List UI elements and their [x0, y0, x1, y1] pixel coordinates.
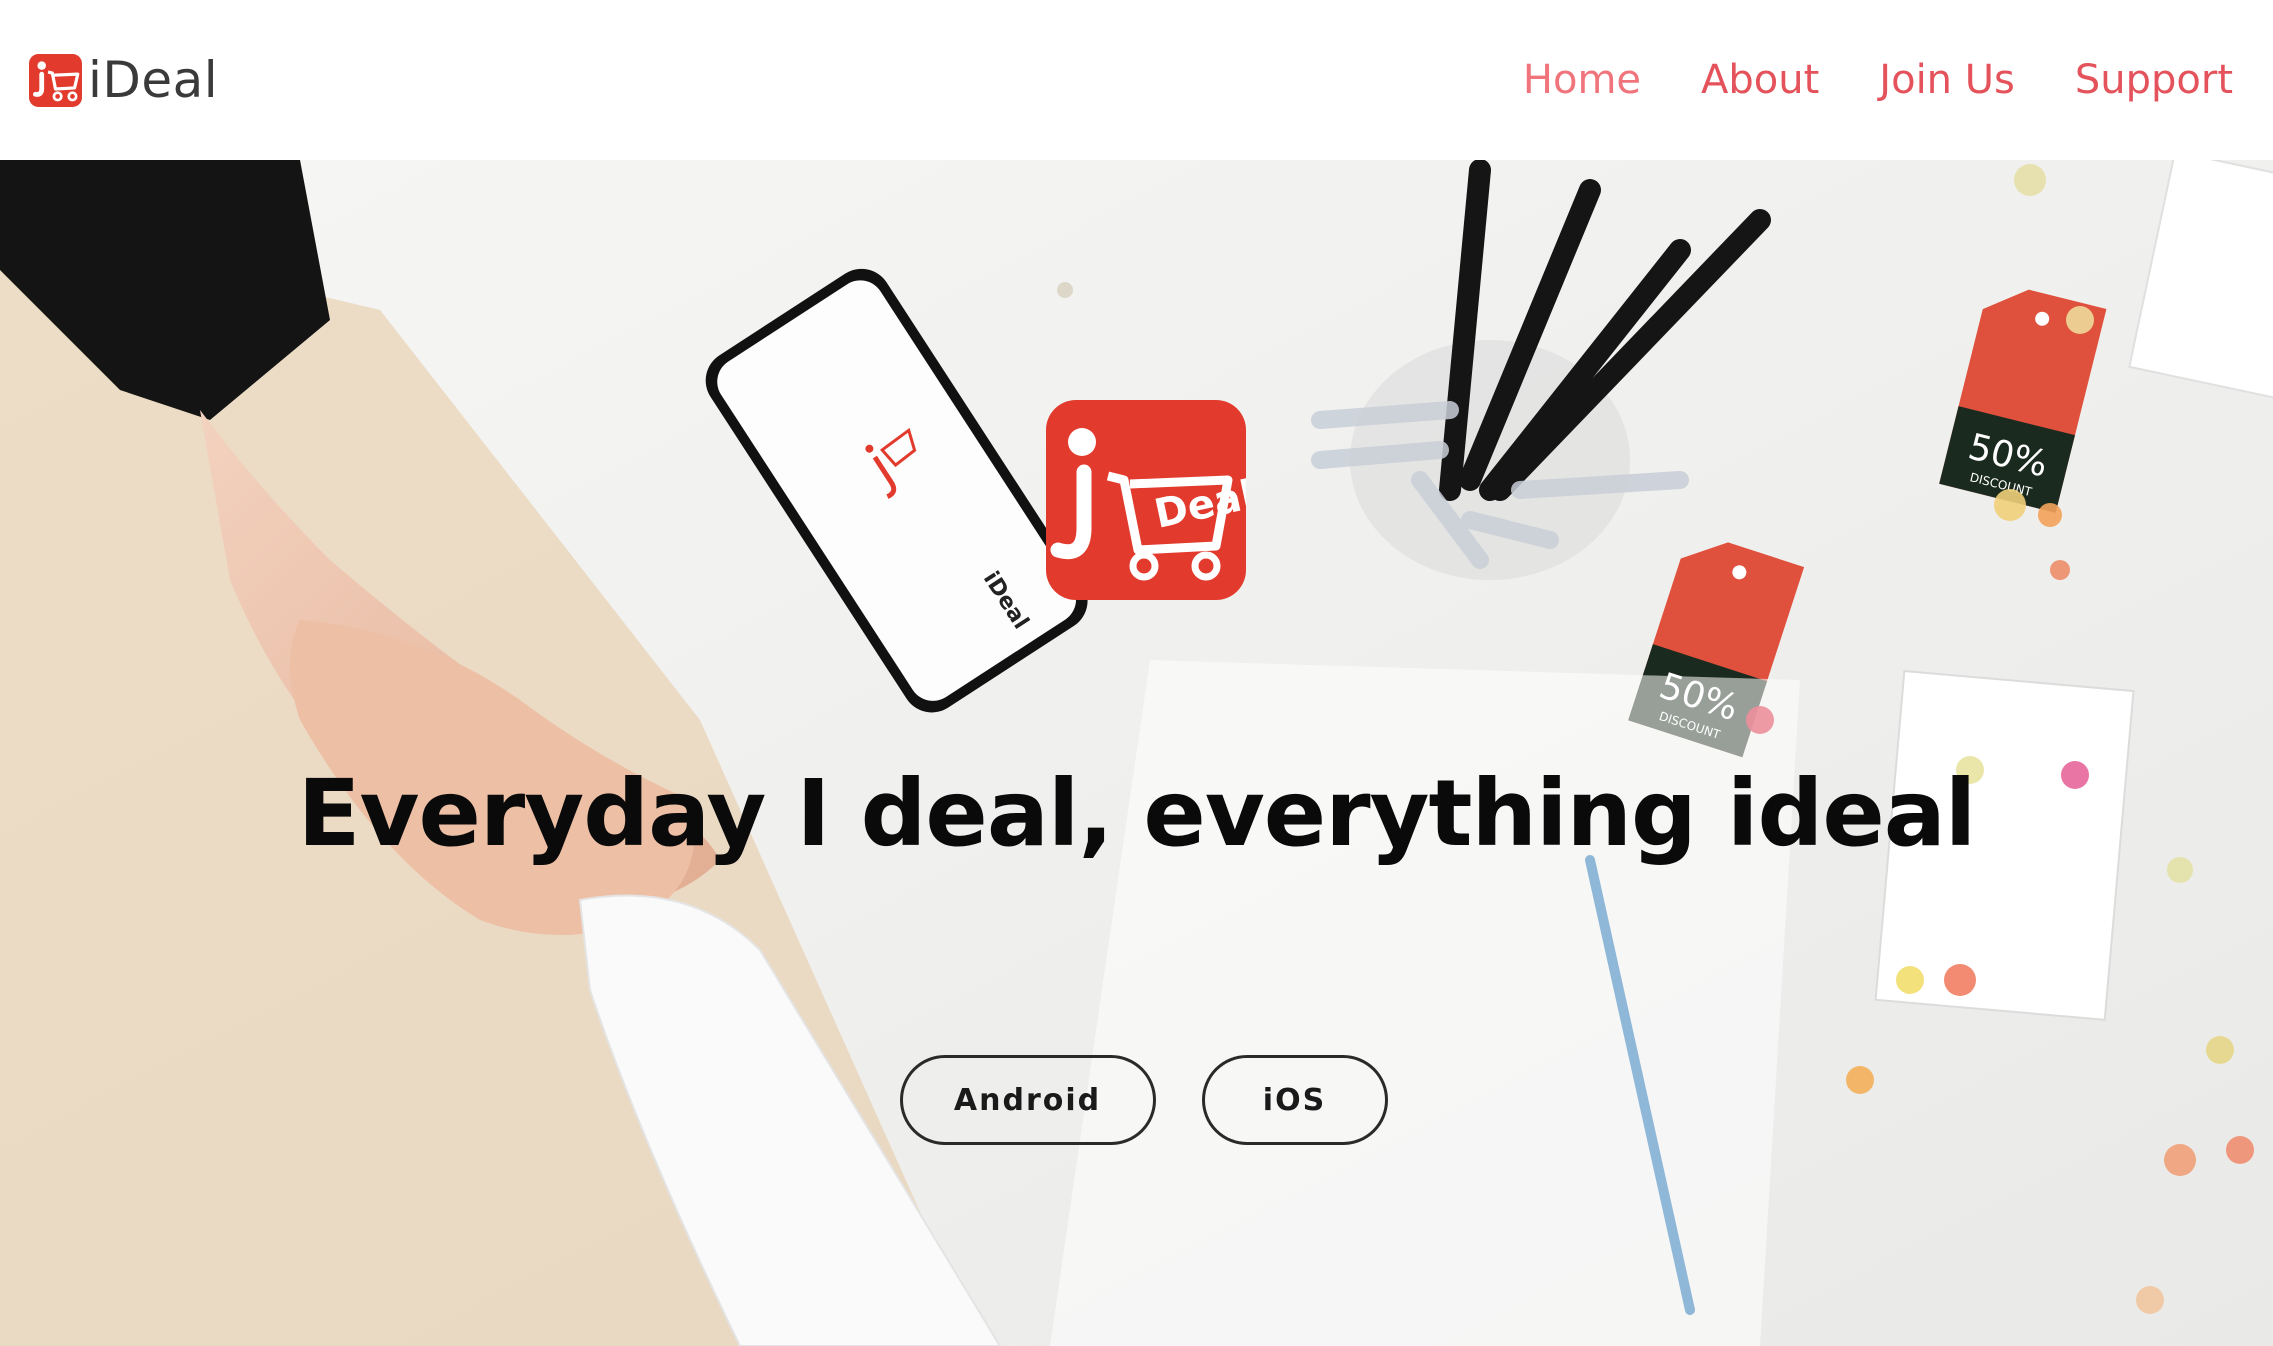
download-buttons: Android iOS	[0, 1055, 2273, 1145]
ios-download-button[interactable]: iOS	[1201, 1055, 1388, 1145]
nav-support[interactable]: Support	[2075, 57, 2233, 103]
brand-name: iDeal	[88, 51, 219, 109]
hero-section: iDeal 50% DISCOUNT Deal Everyday I deal,…	[0, 160, 2273, 1346]
main-nav: Home About Join Us Support	[1523, 57, 2233, 103]
brand-logo-link[interactable]: iDeal	[29, 51, 218, 109]
site-header: iDeal Home About Join Us Support	[0, 0, 2273, 160]
nav-join-us[interactable]: Join Us	[1879, 57, 2015, 103]
hero-tagline: Everyday I deal, everything ideal	[297, 760, 1977, 867]
ideal-app-icon: Deal	[1046, 400, 1246, 600]
android-download-button[interactable]: Android	[899, 1055, 1156, 1145]
hero-background-photo: iDeal 50% DISCOUNT	[0, 160, 2273, 1346]
nav-about[interactable]: About	[1701, 57, 1819, 103]
nav-home[interactable]: Home	[1523, 57, 1641, 103]
ideal-cart-logo-icon	[29, 53, 82, 107]
